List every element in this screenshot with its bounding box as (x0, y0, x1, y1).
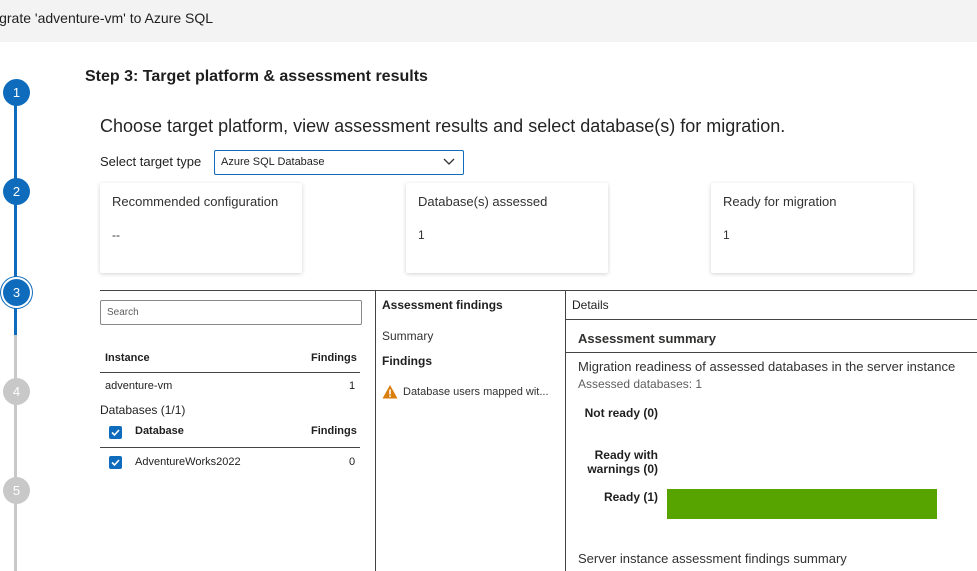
step-1-indicator[interactable]: 1 (3, 79, 30, 106)
step-title: Step 3: Target platform & assessment res… (85, 68, 428, 85)
bar-label-line: Not ready (0) (584, 406, 658, 420)
ready-label: Ready (1) (566, 490, 658, 504)
database-column-header: Database (135, 425, 184, 437)
chevron-down-icon (443, 158, 455, 165)
select-all-checkbox[interactable] (109, 426, 122, 439)
search-placeholder: Search (107, 307, 139, 318)
details-title: Details (572, 298, 609, 312)
details-panel: Details Assessment summary Migration rea… (565, 290, 977, 571)
title-bar: igrate 'adventure-vm' to Azure SQL (0, 0, 977, 42)
target-type-label: Select target type (100, 154, 202, 169)
findings-heading: Findings (382, 354, 432, 368)
recommended-config-card: Recommended configuration -- (100, 183, 302, 273)
card-label: Recommended configuration (112, 194, 279, 209)
database-findings-count: 0 (349, 456, 356, 468)
finding-item[interactable]: Database users mapped wit... (403, 386, 549, 398)
main-content: Step 3: Target platform & assessment res… (55, 42, 977, 571)
readiness-description: Migration readiness of assessed database… (578, 359, 956, 374)
instance-findings-column-header: Findings (311, 352, 357, 364)
stepper-remaining-line (14, 335, 17, 571)
details-divider (566, 352, 977, 353)
header-divider (100, 447, 360, 448)
assessed-count: Assessed databases: 1 (578, 377, 703, 391)
search-input[interactable]: Search (100, 300, 362, 325)
panel-divider (100, 290, 375, 291)
findings-panel-title: Assessment findings (382, 298, 503, 312)
page-heading: Choose target platform, view assessment … (100, 116, 786, 136)
ready-bar (667, 489, 937, 519)
header-divider (100, 372, 360, 373)
card-value: -- (112, 228, 120, 242)
instance-name[interactable]: adventure-vm (105, 380, 172, 392)
instance-column-header: Instance (105, 352, 150, 364)
warning-icon (382, 385, 398, 399)
step-5-indicator[interactable]: 5 (3, 477, 30, 504)
step-4-indicator[interactable]: 4 (3, 378, 30, 405)
card-label: Database(s) assessed (418, 194, 548, 209)
card-value: 1 (723, 228, 730, 242)
instance-findings-count: 1 (349, 380, 356, 392)
databases-heading: Databases (1/1) (100, 403, 186, 417)
database-selection-panel: Search Instance Findings adventure-vm 1 … (100, 290, 375, 571)
database-row-checkbox[interactable] (109, 456, 122, 469)
details-divider (566, 319, 977, 320)
ready-for-migration-card: Ready for migration 1 (711, 183, 913, 273)
card-label: Ready for migration (723, 194, 837, 209)
target-type-value: Azure SQL Database (221, 156, 325, 168)
card-value: 1 (418, 228, 425, 242)
step-3-indicator[interactable]: 3 (3, 279, 30, 306)
window-title: igrate 'adventure-vm' to Azure SQL (0, 10, 214, 26)
bar-label-line: Ready with (594, 448, 658, 462)
bar-label-line: Ready (1) (603, 490, 658, 504)
database-name[interactable]: AdventureWorks2022 (135, 456, 241, 468)
database-findings-column-header: Findings (311, 425, 357, 437)
bar-label-line: warnings (0) (587, 462, 658, 476)
target-type-dropdown[interactable]: Azure SQL Database (214, 150, 464, 175)
ready-with-warnings-label: Ready with warnings (0) (566, 448, 658, 476)
step-2-indicator[interactable]: 2 (3, 178, 30, 205)
findings-summary-heading: Server instance assessment findings summ… (578, 551, 847, 566)
assessment-summary-heading: Assessment summary (578, 331, 717, 346)
wizard-stepper: 1 2 3 4 5 (0, 42, 55, 571)
not-ready-label: Not ready (0) (566, 406, 658, 420)
assessment-findings-panel: Assessment findings Summary Findings Dat… (375, 290, 565, 571)
databases-assessed-card: Database(s) assessed 1 (406, 183, 608, 273)
summary-link[interactable]: Summary (382, 329, 433, 343)
